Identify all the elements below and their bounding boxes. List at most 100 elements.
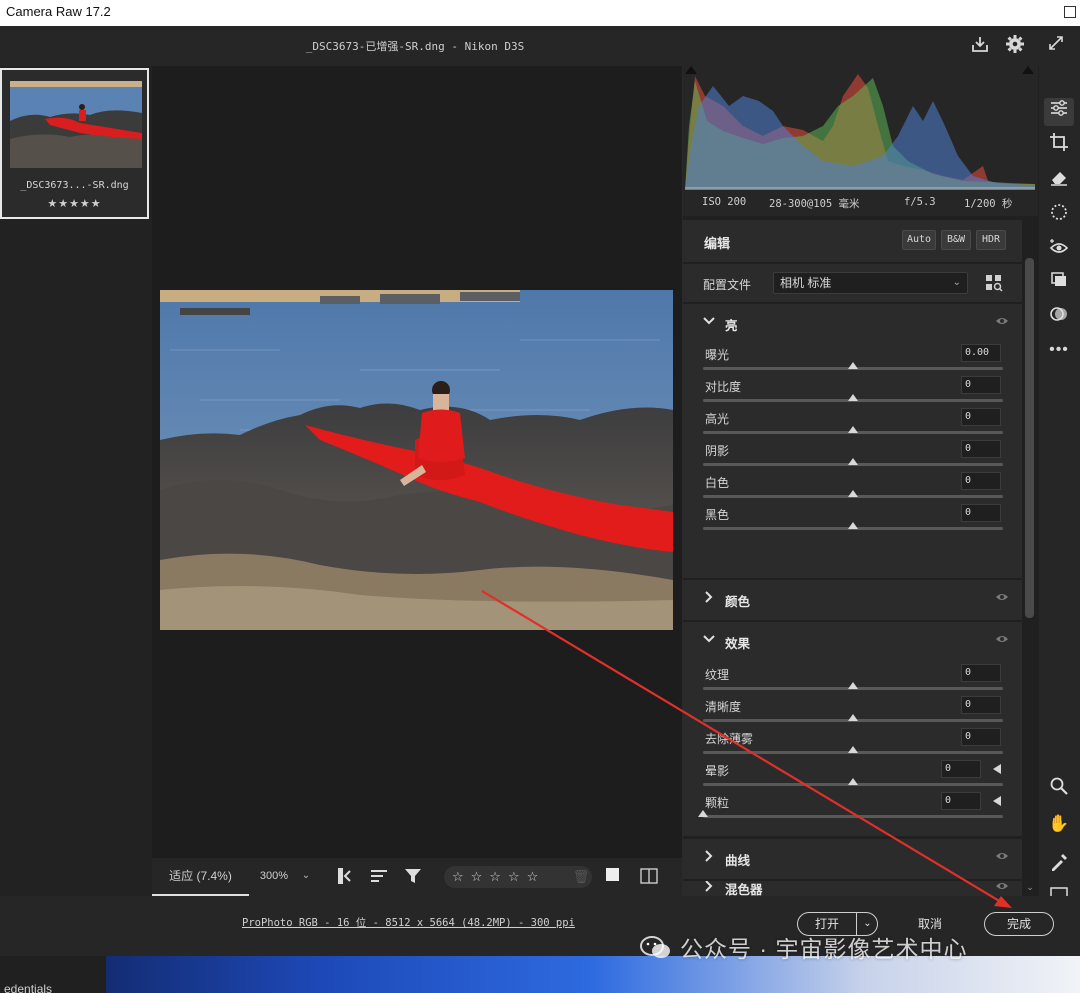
hand-icon[interactable]: ✋ bbox=[1044, 810, 1074, 838]
before-after-icon[interactable] bbox=[638, 866, 660, 888]
visibility-eye-icon[interactable] bbox=[995, 315, 1011, 329]
slider-value-input[interactable]: 0 bbox=[941, 760, 981, 778]
slider-label: 阴影 bbox=[705, 444, 730, 458]
slider-label: 去除薄雾 bbox=[705, 732, 754, 746]
window-titlebar: Camera Raw 17.2 bbox=[0, 0, 1080, 26]
visibility-eye-icon[interactable] bbox=[995, 591, 1011, 605]
filmstrip-toggle-icon[interactable] bbox=[335, 866, 357, 888]
slider-label: 纹理 bbox=[705, 668, 730, 682]
effects-section-title: 效果 bbox=[725, 637, 751, 651]
slider-value-input[interactable]: 0 bbox=[961, 376, 1001, 394]
slider-track[interactable] bbox=[703, 746, 1003, 754]
effects-section-header[interactable]: 效果 bbox=[683, 622, 1022, 660]
zoom-icon[interactable] bbox=[1044, 776, 1074, 804]
slider-value-input[interactable]: 0 bbox=[961, 696, 1001, 714]
slider-value-input[interactable]: 0.00 bbox=[961, 344, 1001, 362]
zoom-fit-button[interactable]: 适应 (7.4%) bbox=[152, 858, 249, 896]
scroll-down-icon[interactable]: ⌄ bbox=[1023, 882, 1037, 894]
slider-thumb[interactable] bbox=[848, 362, 858, 369]
color-section: 颜色 bbox=[683, 580, 1022, 620]
workflow-options-link[interactable]: ProPhoto RGB - 16 位 - 8512 x 5664 (48.2M… bbox=[242, 915, 575, 930]
hdr-button[interactable]: HDR bbox=[976, 230, 1006, 250]
slider-options-icon[interactable] bbox=[993, 796, 1001, 806]
slider-value-input[interactable]: 0 bbox=[961, 504, 1001, 522]
light-section-header[interactable]: 亮 bbox=[683, 304, 1022, 342]
chevron-down-icon bbox=[703, 315, 717, 330]
mixer-section-header[interactable]: 混色器 bbox=[683, 881, 1022, 896]
effects-section: 效果 纹理 0 清晰度 0 去除薄雾 0 晕影 0 颗粒 0 bbox=[683, 622, 1022, 836]
slider-track[interactable] bbox=[698, 810, 1003, 818]
profile-select[interactable]: 相机 标准 ⌄ bbox=[773, 272, 968, 294]
profile-browser-icon[interactable] bbox=[985, 274, 1005, 292]
bw-button[interactable]: B&W bbox=[941, 230, 971, 250]
slider-value-input[interactable]: 0 bbox=[961, 472, 1001, 490]
slider-track[interactable] bbox=[703, 394, 1003, 402]
auto-button[interactable]: Auto bbox=[902, 230, 936, 250]
zoom-level-button[interactable]: 300% bbox=[252, 858, 296, 896]
slider-thumb[interactable] bbox=[848, 714, 858, 721]
filmstrip-thumbnail[interactable]: _DSC3673...-SR.dng ★★★★★ bbox=[0, 68, 149, 219]
curve-section-header[interactable]: 曲线 bbox=[683, 839, 1022, 877]
slider-thumb[interactable] bbox=[848, 682, 858, 689]
fullscreen-icon[interactable] bbox=[1044, 34, 1068, 58]
color-section-header[interactable]: 颜色 bbox=[683, 580, 1022, 618]
camera-raw-window: _DSC3673-已增强-SR.dng - Nikon D3S _DSC3673… bbox=[0, 26, 1080, 956]
scrollbar-thumb[interactable] bbox=[1025, 258, 1034, 618]
done-button[interactable]: 完成 bbox=[984, 912, 1054, 936]
slider-value-input[interactable]: 0 bbox=[961, 440, 1001, 458]
slider-track[interactable] bbox=[703, 714, 1003, 722]
slider-thumb[interactable] bbox=[848, 426, 858, 433]
slider-thumb[interactable] bbox=[848, 522, 858, 529]
slider-row: 高光 0 bbox=[683, 408, 1022, 440]
chevron-right-icon bbox=[703, 591, 717, 606]
sort-icon[interactable] bbox=[368, 866, 390, 888]
snapshots-icon[interactable] bbox=[1044, 270, 1074, 298]
slider-thumb[interactable] bbox=[848, 746, 858, 753]
slider-track[interactable] bbox=[703, 362, 1003, 370]
visibility-eye-icon[interactable] bbox=[995, 633, 1011, 647]
redeye-icon[interactable] bbox=[1044, 237, 1074, 265]
slider-track[interactable] bbox=[703, 778, 1003, 786]
slider-row: 晕影 0 bbox=[683, 760, 1022, 792]
slider-options-icon[interactable] bbox=[993, 764, 1001, 774]
slider-row: 黑色 0 bbox=[683, 504, 1022, 536]
filter-icon[interactable] bbox=[402, 866, 424, 888]
slider-thumb[interactable] bbox=[848, 394, 858, 401]
slider-thumb[interactable] bbox=[848, 490, 858, 497]
edit-sliders-icon[interactable] bbox=[1044, 98, 1074, 126]
slider-track[interactable] bbox=[703, 458, 1003, 466]
color-label-icon[interactable] bbox=[602, 866, 624, 888]
slider-thumb[interactable] bbox=[848, 458, 858, 465]
visibility-eye-icon[interactable] bbox=[995, 881, 1011, 894]
exif-aperture: f/5.3 bbox=[904, 196, 936, 208]
slider-track[interactable] bbox=[703, 426, 1003, 434]
grid-icon[interactable] bbox=[1044, 886, 1074, 896]
slider-value-input[interactable]: 0 bbox=[961, 408, 1001, 426]
slider-track[interactable] bbox=[703, 490, 1003, 498]
maximize-icon[interactable] bbox=[1060, 0, 1080, 26]
gear-icon[interactable] bbox=[1003, 34, 1027, 58]
zoom-dropdown-icon[interactable]: ⌄ bbox=[298, 858, 314, 896]
slider-value-input[interactable]: 0 bbox=[941, 792, 981, 810]
trash-icon[interactable]: 🗑 bbox=[570, 866, 592, 888]
panel-scrollbar[interactable]: ⌄ bbox=[1023, 258, 1037, 896]
mask-icon[interactable] bbox=[1044, 202, 1074, 230]
slider-row: 曝光 0.00 bbox=[683, 344, 1022, 376]
presets-icon[interactable] bbox=[1044, 304, 1074, 332]
image-canvas[interactable] bbox=[152, 66, 682, 858]
eyedropper-icon[interactable] bbox=[1044, 852, 1074, 880]
thumbnail-rating[interactable]: ★★★★★ bbox=[2, 197, 147, 210]
visibility-eye-icon[interactable] bbox=[995, 850, 1011, 864]
crop-icon[interactable] bbox=[1044, 132, 1074, 160]
more-icon[interactable]: ••• bbox=[1044, 336, 1074, 364]
mixer-section: 混色器 bbox=[683, 881, 1022, 896]
slider-thumb[interactable] bbox=[848, 778, 858, 785]
slider-track[interactable] bbox=[703, 522, 1003, 530]
slider-thumb[interactable] bbox=[698, 810, 708, 817]
slider-track[interactable] bbox=[703, 682, 1003, 690]
eraser-icon[interactable] bbox=[1044, 167, 1074, 195]
slider-value-input[interactable]: 0 bbox=[961, 728, 1001, 746]
file-title: _DSC3673-已增强-SR.dng - Nikon D3S bbox=[305, 40, 525, 53]
save-icon[interactable] bbox=[968, 34, 992, 58]
slider-value-input[interactable]: 0 bbox=[961, 664, 1001, 682]
